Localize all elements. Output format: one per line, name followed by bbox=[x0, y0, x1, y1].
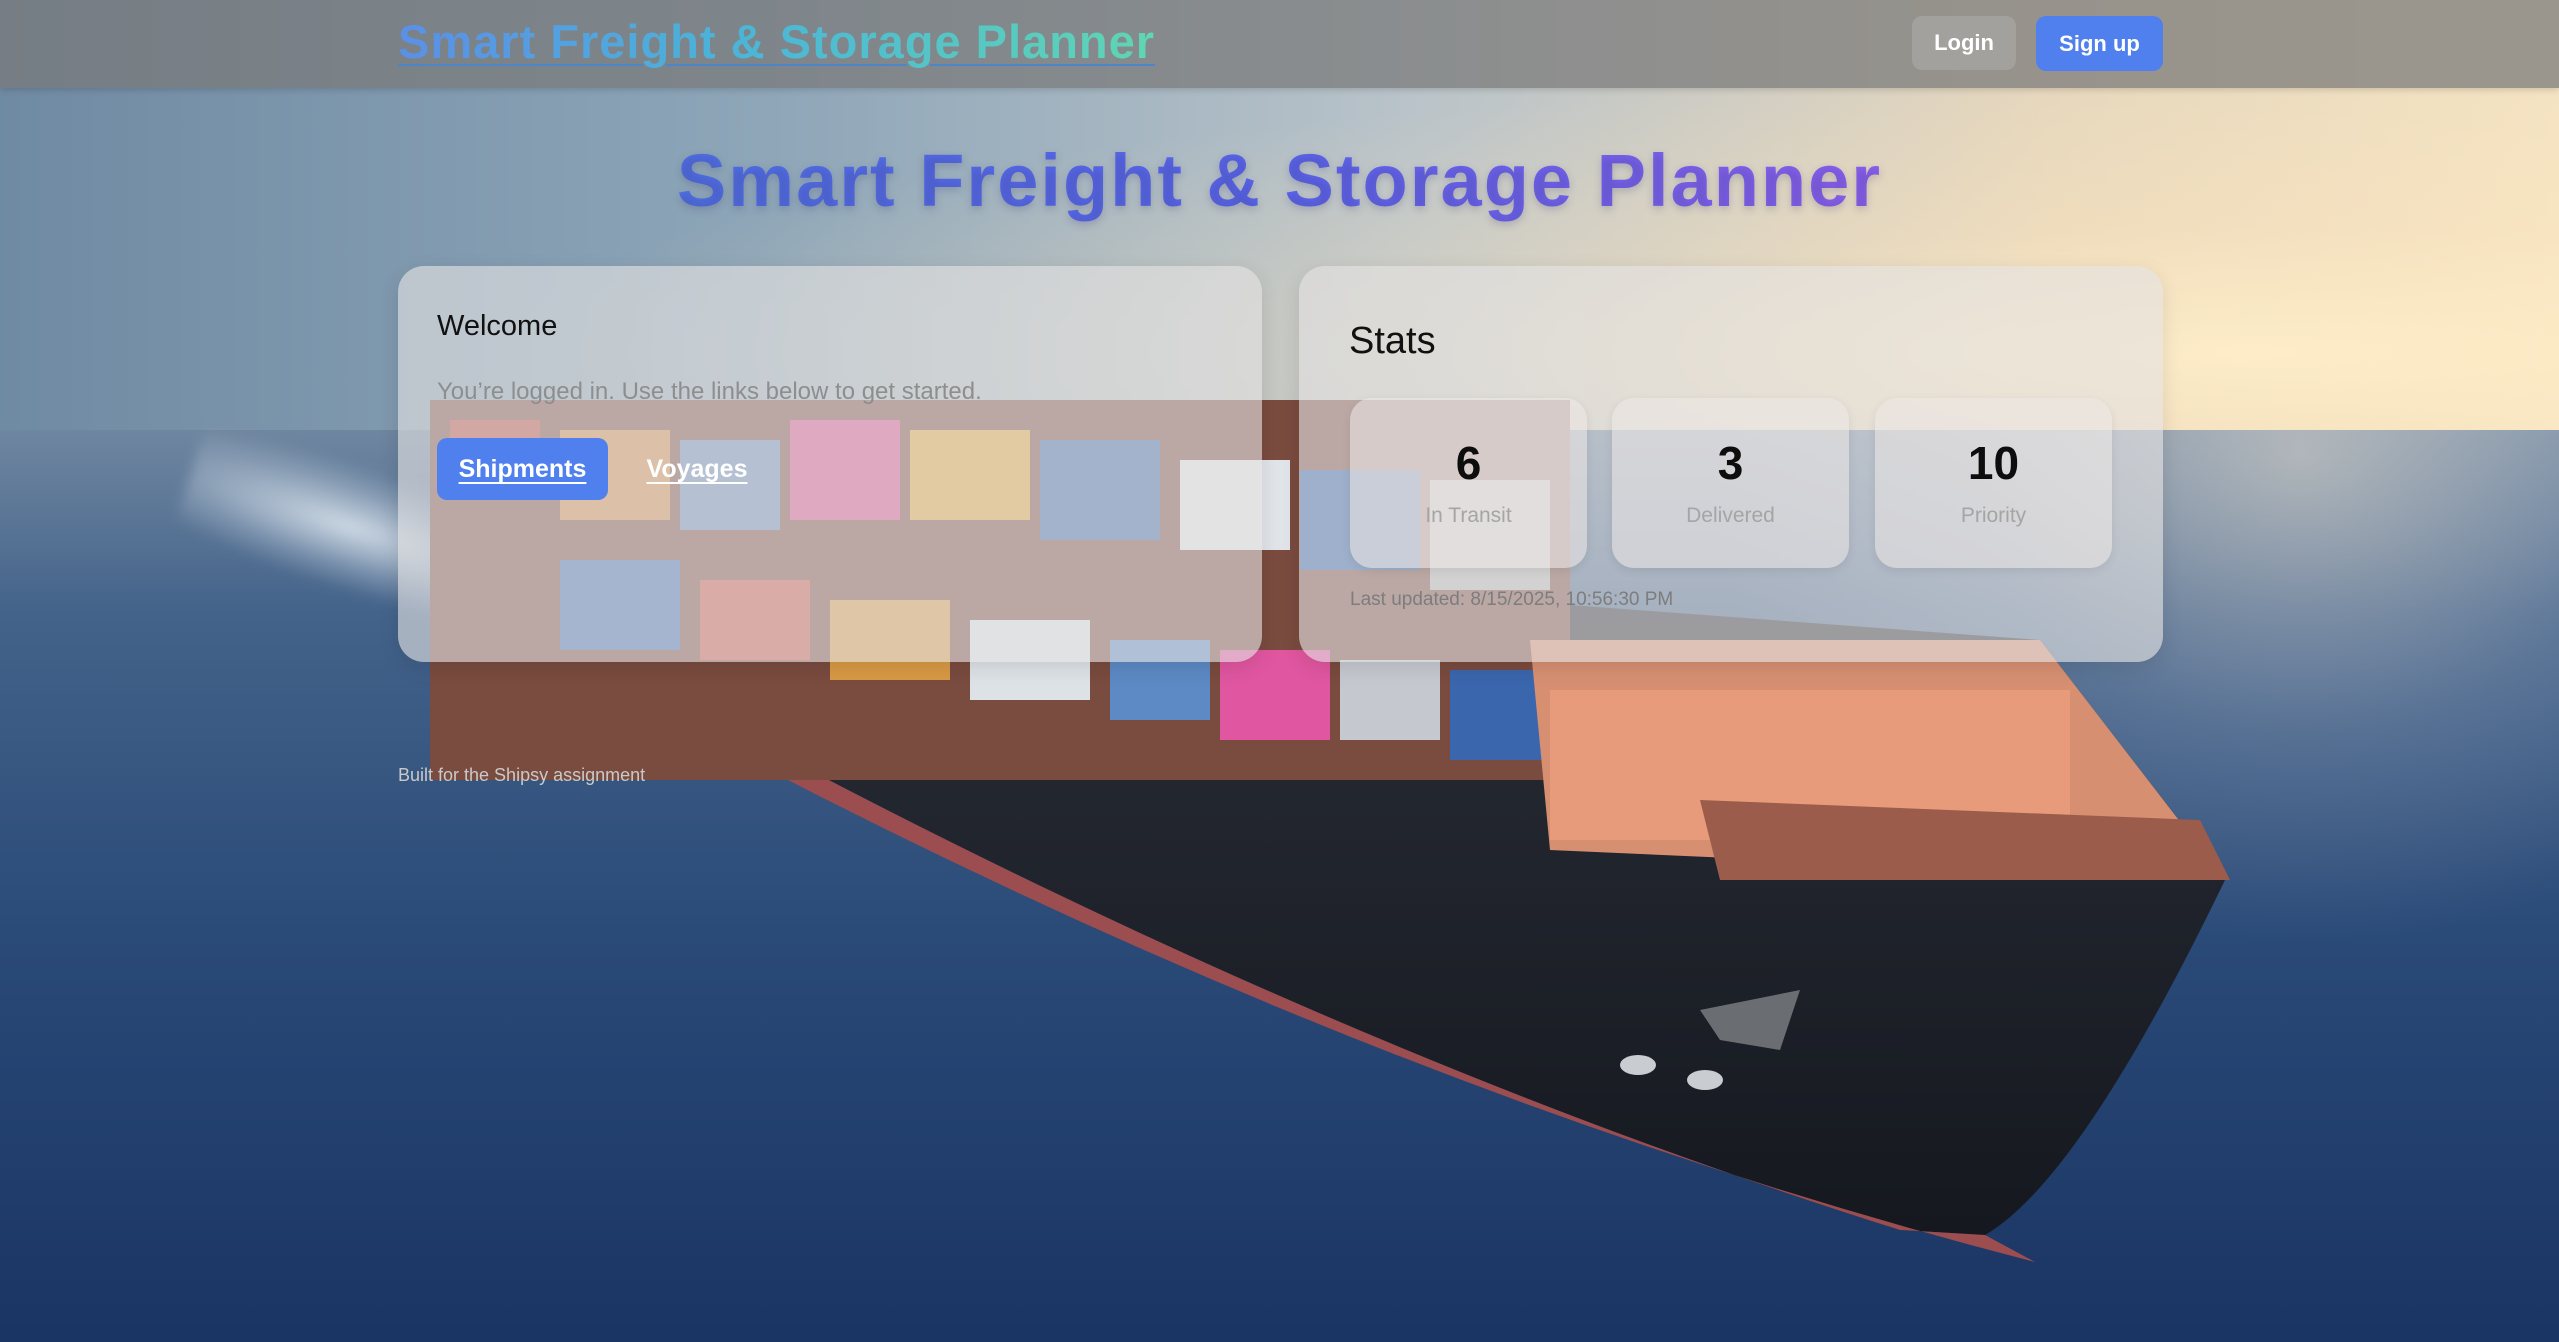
welcome-message: You’re logged in. Use the links below to… bbox=[437, 378, 982, 405]
stats-heading: Stats bbox=[1349, 320, 1436, 362]
stat-value: 3 bbox=[1717, 437, 1744, 489]
page-title: Smart Freight & Storage Planner bbox=[0, 138, 2559, 223]
welcome-heading: Welcome bbox=[437, 310, 558, 342]
stat-label: Priority bbox=[1960, 504, 2027, 527]
signup-button[interactable]: Sign up bbox=[2036, 16, 2163, 71]
login-button[interactable]: Login bbox=[1912, 16, 2016, 70]
stat-in-transit: 6 In Transit bbox=[1350, 398, 1587, 568]
last-updated-timestamp: Last updated: 8/15/2025, 10:56:30 PM bbox=[1350, 589, 1674, 610]
stat-priority: 10 Priority bbox=[1875, 398, 2112, 568]
top-navbar: Smart Freight & Storage Planner Login Si… bbox=[0, 0, 2559, 88]
stats-card: Stats 6 In Transit 3 Delivered 10 Priori… bbox=[1299, 266, 2163, 662]
stat-label: Delivered bbox=[1686, 504, 1775, 527]
stat-delivered: 3 Delivered bbox=[1612, 398, 1849, 568]
welcome-card: Welcome You’re logged in. Use the links … bbox=[398, 266, 1262, 662]
brand-logo-link[interactable]: Smart Freight & Storage Planner bbox=[398, 14, 1155, 69]
shipments-button[interactable]: Shipments bbox=[437, 438, 608, 500]
stat-label: In Transit bbox=[1425, 504, 1512, 527]
stat-value: 10 bbox=[1967, 437, 2020, 489]
page-title-text: Smart Freight & Storage Planner bbox=[676, 139, 1883, 222]
voyages-button[interactable]: Voyages bbox=[623, 438, 771, 500]
stat-value: 6 bbox=[1455, 437, 1482, 489]
footer-text: Built for the Shipsy assignment bbox=[398, 765, 646, 785]
